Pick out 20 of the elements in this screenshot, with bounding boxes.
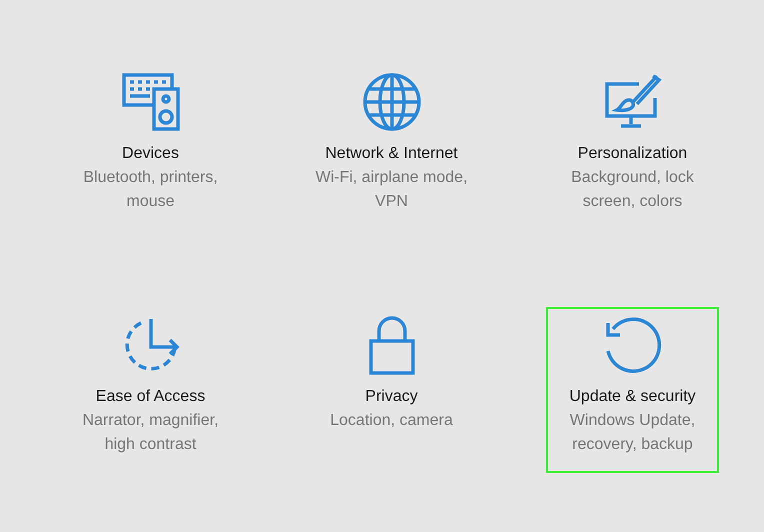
- category-description: Windows Update, recovery, backup: [568, 411, 696, 455]
- settings-tile[interactable]: Devices Bluetooth, printers, mouse: [64, 64, 237, 230]
- settings-tile[interactable]: Privacy Location, camera: [305, 307, 478, 473]
- category-title: Network & Internet: [325, 144, 458, 164]
- keyboard-and-speaker-icon: [120, 72, 180, 132]
- settings-tile[interactable]: Ease of Access Narrator, magnifier, high contrast: [64, 307, 237, 473]
- category-description: Wi-Fi, airplane mode, VPN: [314, 168, 469, 212]
- category-title: Personalization: [578, 144, 688, 164]
- globe-icon: [362, 72, 422, 132]
- category-title: Devices: [122, 144, 179, 164]
- settings-tile[interactable]: Network & Internet Wi-Fi, airplane mode, VPN: [305, 64, 478, 230]
- category-title: Update & security: [569, 387, 696, 407]
- category-title: Ease of Access: [96, 387, 206, 407]
- category-title: Privacy: [365, 387, 418, 407]
- settings-tile[interactable]: Personalization Background, lock screen, colors: [546, 64, 719, 230]
- settings-tile[interactable]: Update & security Windows Update, recovery, backup: [546, 307, 719, 473]
- category-description: Location, camera: [329, 411, 454, 431]
- category-description: Background, lock screen, colors: [570, 168, 695, 212]
- category-description: Narrator, magnifier, high contrast: [81, 411, 220, 455]
- category-description: Bluetooth, printers, mouse: [82, 168, 219, 212]
